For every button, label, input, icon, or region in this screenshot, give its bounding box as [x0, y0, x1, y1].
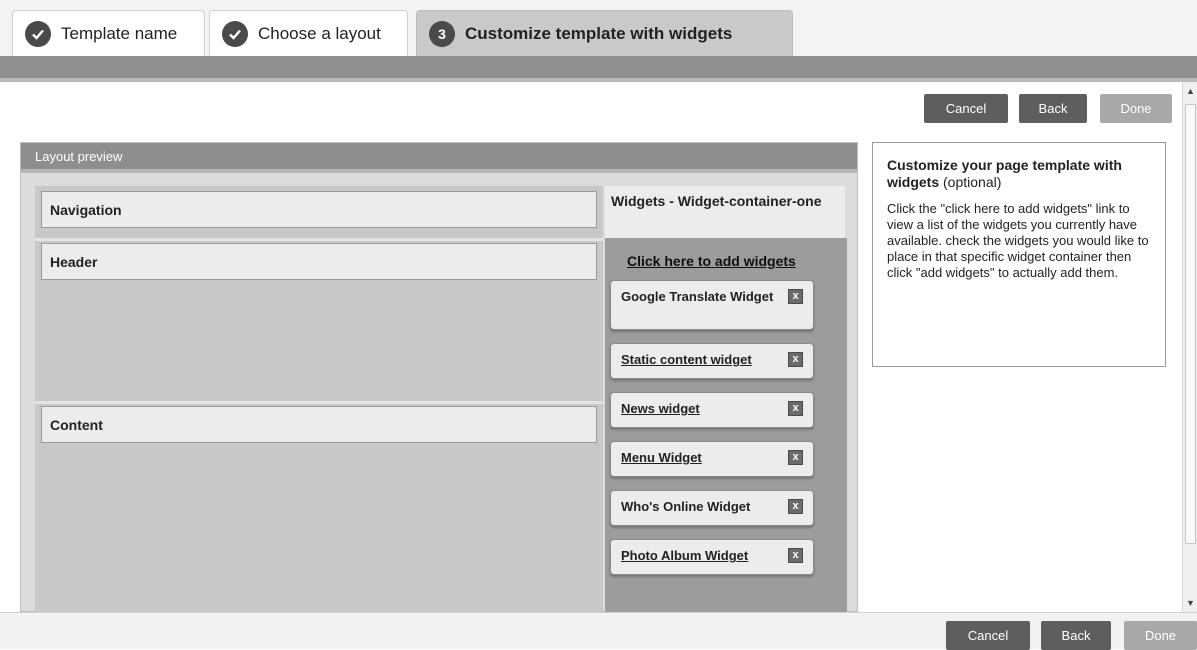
vertical-scrollbar[interactable]: ▲ ▼ — [1182, 82, 1197, 612]
widget-name: Who's Online Widget — [621, 499, 751, 514]
check-icon — [222, 20, 248, 47]
remove-widget-icon[interactable]: x — [788, 450, 803, 465]
help-optional: (optional) — [943, 174, 1002, 190]
content-zone: Content — [35, 401, 603, 613]
remove-widget-icon[interactable]: x — [788, 352, 803, 367]
layout-preview-panel: Layout preview Navigation Header Content… — [20, 142, 858, 613]
help-body: Click the "click here to add widgets" li… — [887, 201, 1149, 280]
remove-widget-icon[interactable]: x — [788, 289, 803, 304]
scroll-up-icon[interactable]: ▲ — [1183, 84, 1197, 98]
navigation-label: Navigation — [41, 191, 597, 228]
widget-item: Menu Widget x — [610, 441, 814, 477]
navigation-zone: Navigation — [35, 186, 603, 238]
tab-choose-layout[interactable]: Choose a layout — [209, 10, 408, 56]
step-number-icon: 3 — [429, 20, 455, 47]
widget-container-title: Widgets - Widget-container-one — [605, 186, 845, 238]
bottom-action-bar: Cancel Back Done — [0, 612, 1197, 650]
layout-preview-title: Layout preview — [21, 143, 857, 173]
done-button[interactable]: Done — [1100, 94, 1172, 123]
tab-template-name[interactable]: Template name — [12, 10, 205, 56]
scroll-down-icon[interactable]: ▼ — [1183, 596, 1197, 610]
remove-widget-icon[interactable]: x — [788, 548, 803, 563]
help-panel: Customize your page template with widget… — [872, 142, 1166, 367]
tab-label: Customize template with widgets — [465, 23, 733, 43]
wizard-tabbar: Template name Choose a layout 3 Customiz… — [0, 0, 1197, 56]
add-widgets-link[interactable]: Click here to add widgets — [627, 253, 796, 269]
done-button[interactable]: Done — [1124, 621, 1197, 650]
content-label: Content — [41, 406, 597, 443]
widget-container: Click here to add widgets Google Transla… — [605, 238, 847, 613]
tab-label: Template name — [61, 23, 178, 43]
widget-item: Google Translate Widget x — [610, 280, 814, 330]
widget-name: Google Translate Widget — [621, 289, 774, 304]
layout-columns: Navigation Header Content — [35, 186, 603, 613]
widget-name[interactable]: Static content widget — [621, 352, 752, 367]
remove-widget-icon[interactable]: x — [788, 499, 803, 514]
header-strip — [0, 56, 1197, 82]
check-icon — [25, 20, 51, 47]
tab-label: Choose a layout — [258, 23, 381, 43]
tab-customize-widgets[interactable]: 3 Customize template with widgets — [416, 10, 793, 56]
header-zone: Header — [35, 238, 603, 401]
widget-item: News widget x — [610, 392, 814, 428]
widget-item: Photo Album Widget x — [610, 539, 814, 575]
back-button[interactable]: Back — [1041, 621, 1111, 650]
remove-widget-icon[interactable]: x — [788, 401, 803, 416]
cancel-button[interactable]: Cancel — [924, 94, 1008, 123]
widget-item: Who's Online Widget x — [610, 490, 814, 526]
help-heading-text: Customize your page template with widget… — [887, 157, 1122, 190]
widget-name[interactable]: Photo Album Widget — [621, 548, 748, 563]
scrollbar-thumb[interactable] — [1185, 104, 1196, 544]
widget-name[interactable]: News widget — [621, 401, 700, 416]
header-label: Header — [41, 243, 597, 280]
widget-item: Static content widget x — [610, 343, 814, 379]
back-button[interactable]: Back — [1019, 94, 1087, 123]
help-heading: Customize your page template with widget… — [887, 157, 1151, 191]
widget-name[interactable]: Menu Widget — [621, 450, 702, 465]
cancel-button[interactable]: Cancel — [946, 621, 1030, 650]
